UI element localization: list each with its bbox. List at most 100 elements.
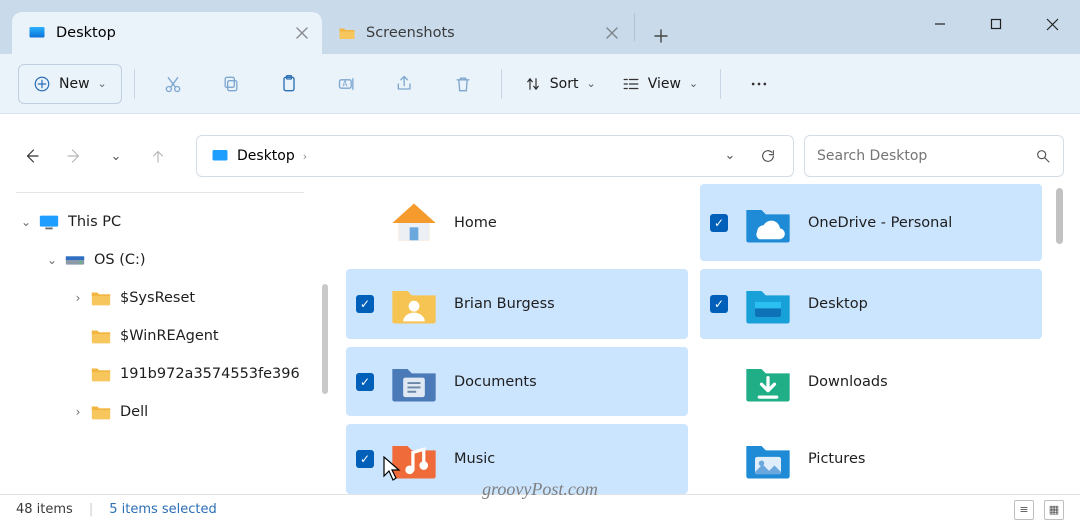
chevron-down-icon: ⌄ xyxy=(98,77,107,90)
tiles-view-toggle[interactable]: ▦ xyxy=(1044,500,1064,520)
delete-button[interactable] xyxy=(437,64,489,104)
new-button[interactable]: New ⌄ xyxy=(18,64,122,104)
item-name: Documents xyxy=(454,374,537,390)
forward-button[interactable] xyxy=(58,140,90,172)
up-button[interactable] xyxy=(142,140,174,172)
item-name: Pictures xyxy=(808,451,865,467)
plus-circle-icon xyxy=(33,75,51,93)
details-view-toggle[interactable]: ≡ xyxy=(1014,500,1034,520)
separator xyxy=(16,192,304,193)
folder-small-icon xyxy=(338,24,356,42)
tree-item[interactable]: › $SysReset xyxy=(0,279,320,317)
recent-locations-button[interactable]: ⌄ xyxy=(100,140,132,172)
share-button[interactable] xyxy=(379,64,431,104)
list-item[interactable]: Pictures xyxy=(700,424,1042,494)
paste-button[interactable] xyxy=(263,64,315,104)
svg-text:A: A xyxy=(342,79,348,88)
list-item[interactable]: Home xyxy=(346,184,688,261)
refresh-button[interactable] xyxy=(749,148,787,164)
checkbox-icon[interactable]: ✓ xyxy=(710,214,728,232)
view-icon xyxy=(622,75,640,93)
item-name: OneDrive - Personal xyxy=(808,215,952,231)
item-name: Brian Burgess xyxy=(454,296,555,312)
status-item-count: 48 items xyxy=(16,502,73,517)
minimize-button[interactable] xyxy=(912,0,968,48)
maximize-button[interactable] xyxy=(968,0,1024,48)
tab-screenshots[interactable]: Screenshots xyxy=(322,12,632,54)
rename-button[interactable]: A xyxy=(321,64,373,104)
tree-item[interactable]: ⌄ This PC xyxy=(0,203,320,241)
tree-item[interactable]: › Dell xyxy=(0,393,320,431)
nav-row: ⌄ Desktop › ⌄ xyxy=(0,128,1080,184)
tab-label: Desktop xyxy=(56,25,116,41)
status-bar: 48 items | 5 items selected ≡ ▦ xyxy=(0,494,1080,524)
breadcrumb-label: Desktop xyxy=(237,148,295,164)
sort-label: Sort xyxy=(550,76,579,92)
tab-desktop[interactable]: Desktop xyxy=(12,12,322,54)
pane-divider[interactable] xyxy=(320,184,330,494)
list-item[interactable]: ✓ Desktop xyxy=(700,269,1042,339)
back-button[interactable] xyxy=(16,140,48,172)
list-item[interactable]: ✓ Music xyxy=(346,424,688,494)
tree-item-label: $SysReset xyxy=(120,290,195,306)
new-button-label: New xyxy=(59,76,90,92)
drag-handle-icon xyxy=(322,284,328,394)
scrollbar-thumb[interactable] xyxy=(1056,188,1063,244)
tree-item-label: OS (C:) xyxy=(94,252,146,268)
close-icon[interactable] xyxy=(296,27,308,39)
separator xyxy=(134,69,135,99)
more-button[interactable] xyxy=(733,64,785,104)
expand-icon[interactable]: ⌄ xyxy=(40,253,64,267)
titlebar: Desktop Screenshots xyxy=(0,0,1080,54)
tree-item-label: 191b972a3574553fe396 xyxy=(120,366,300,382)
toolbar: New ⌄ A Sort ⌄ View ⌄ xyxy=(0,54,1080,114)
separator xyxy=(501,69,502,99)
tree-item[interactable]: 191b972a3574553fe396 xyxy=(0,355,320,393)
navigation-pane: ⌄ This PC ⌄ OS (C:) › $SysReset $WinREAg… xyxy=(0,184,320,494)
status-selected-count: 5 items selected xyxy=(109,502,217,517)
close-icon[interactable] xyxy=(606,27,618,39)
view-button[interactable]: View ⌄ xyxy=(612,64,708,104)
sort-icon xyxy=(524,75,542,93)
content-area: Home ✓ Brian Burgess ✓ Documents ✓ Music ✓ OneD… xyxy=(330,184,1080,494)
desktop-small-icon xyxy=(211,147,229,165)
tab-separator xyxy=(634,13,635,41)
search-box[interactable] xyxy=(804,135,1064,177)
new-tab-button[interactable] xyxy=(643,18,679,54)
checkbox-icon[interactable]: ✓ xyxy=(356,450,374,468)
tree-item-label: Dell xyxy=(120,404,148,420)
checkbox-icon[interactable]: ✓ xyxy=(710,295,728,313)
expand-icon[interactable]: ⌄ xyxy=(14,215,38,229)
list-item[interactable]: ✓ Brian Burgess xyxy=(346,269,688,339)
checkbox-icon[interactable]: ✓ xyxy=(356,295,374,313)
search-icon[interactable] xyxy=(1035,148,1051,164)
item-name: Desktop xyxy=(808,296,868,312)
separator xyxy=(720,69,721,99)
window-controls xyxy=(912,0,1080,48)
chevron-down-icon: ⌄ xyxy=(689,77,698,90)
item-name: Music xyxy=(454,451,495,467)
search-input[interactable] xyxy=(817,148,1035,164)
cut-button[interactable] xyxy=(147,64,199,104)
close-window-button[interactable] xyxy=(1024,0,1080,48)
list-item[interactable]: ✓ OneDrive - Personal xyxy=(700,184,1042,261)
expand-icon[interactable]: › xyxy=(66,405,90,419)
address-bar[interactable]: Desktop › ⌄ xyxy=(196,135,794,177)
breadcrumb-desktop[interactable]: Desktop › xyxy=(203,136,315,176)
checkbox-icon[interactable]: ✓ xyxy=(356,373,374,391)
address-dropdown-button[interactable]: ⌄ xyxy=(711,148,749,163)
list-item[interactable]: Downloads xyxy=(700,347,1042,417)
item-name: Home xyxy=(454,215,497,231)
tree-item-label: This PC xyxy=(68,214,121,230)
body-split: ⌄ This PC ⌄ OS (C:) › $SysReset $WinREAg… xyxy=(0,184,1080,494)
scrollbar[interactable] xyxy=(1048,184,1070,494)
expand-icon[interactable]: › xyxy=(66,291,90,305)
list-item[interactable]: ✓ Documents xyxy=(346,347,688,417)
chevron-down-icon: ⌄ xyxy=(586,77,595,90)
item-name: Downloads xyxy=(808,374,888,390)
desktop-small-icon xyxy=(28,24,46,42)
tree-item[interactable]: $WinREAgent xyxy=(0,317,320,355)
sort-button[interactable]: Sort ⌄ xyxy=(514,64,606,104)
copy-button[interactable] xyxy=(205,64,257,104)
tree-item[interactable]: ⌄ OS (C:) xyxy=(0,241,320,279)
